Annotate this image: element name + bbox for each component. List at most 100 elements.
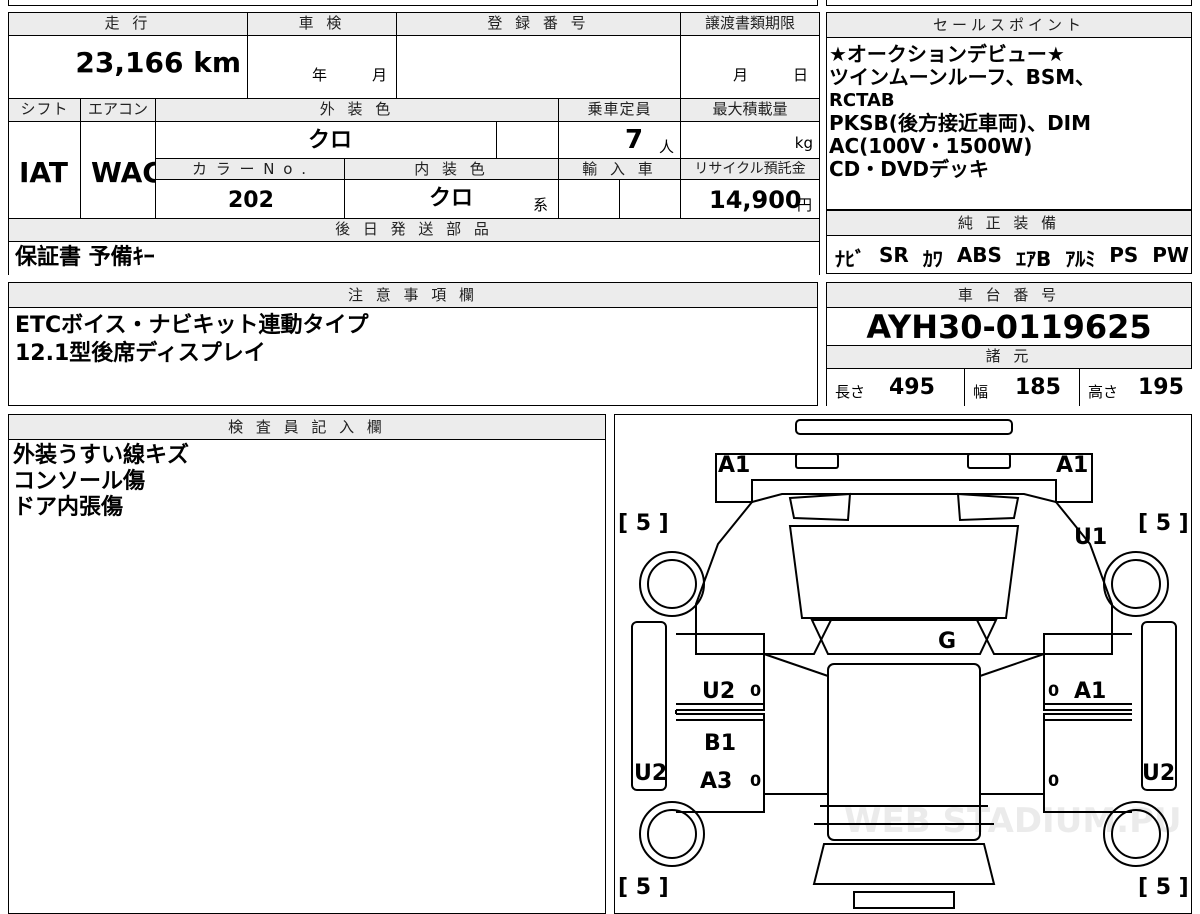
notes-line: ETCボイス・ナビキット連動タイプ	[15, 313, 369, 338]
ac-value: WAC	[91, 156, 156, 189]
capacity-header: 乗車定員	[558, 98, 681, 122]
exterior-color-cell: クロ	[155, 121, 497, 159]
sales-points-header: セールスポイント	[826, 12, 1192, 38]
inspection-cell: 年 月	[247, 35, 397, 99]
capacity-cell: 7 人	[558, 121, 681, 159]
equipment-item: ABS	[956, 243, 1002, 267]
sales-point-line: ★オークションデビュー★	[829, 42, 1065, 66]
equipment-item: SR	[879, 243, 909, 267]
mileage-cell: 23,166 km	[8, 35, 248, 99]
color-no-value: 202	[228, 188, 274, 213]
equipment-item: ｱﾙﾐ	[1065, 247, 1096, 271]
inspector-header: 検 査 員 記 入 欄	[8, 414, 606, 440]
deadline-day-unit: 日	[793, 66, 809, 84]
capacity-unit: 人	[659, 138, 675, 156]
mileage-header: 走 行	[8, 12, 248, 36]
inspector-line: コンソール傷	[13, 469, 146, 494]
damage-mark-rear-door-left-b1: B1	[704, 731, 736, 756]
max-load-unit: kg	[794, 134, 813, 152]
color-no-cell: 202	[155, 179, 345, 219]
equipment-item: PW	[1152, 243, 1189, 267]
sales-point-line: RCTAB	[829, 90, 895, 111]
max-load-header: 最大積載量	[680, 98, 820, 122]
height-value: 195	[1138, 375, 1184, 400]
chassis-number: AYH30-0119625	[866, 308, 1152, 346]
length-value: 495	[889, 375, 935, 400]
import-cell-a	[558, 179, 620, 219]
shift-header: シフト	[8, 98, 81, 122]
damage-mark-front-door-right: A1	[1074, 679, 1106, 704]
tire-value-rear-left: [ 5 ]	[618, 875, 669, 900]
sales-point-line: CD・DVDデッキ	[829, 157, 989, 181]
top-cut-row	[8, 0, 818, 6]
registration-cell	[396, 35, 681, 99]
genuine-equipment-header: 純 正 装 備	[826, 210, 1192, 236]
capacity-value: 7	[625, 125, 644, 155]
width-label: 幅	[973, 383, 989, 401]
inspection-month-unit: 月	[372, 66, 388, 84]
chassis-box: 車 台 番 号 AYH30-0119625 諸 元 長さ 495 幅 185 高…	[826, 282, 1192, 406]
sales-points-box: セールスポイント ★オークションデビュー★ ツインムーンルーフ、BSM、 RCT…	[826, 12, 1192, 210]
width-cell: 幅 185	[964, 368, 1080, 406]
tire-value-rear-right: [ 5 ]	[1138, 875, 1189, 900]
damage-mark-rail-right: U2	[1142, 761, 1175, 786]
recycle-fee-unit: 円	[797, 196, 813, 214]
notes-header: 注 意 事 項 欄	[8, 282, 818, 308]
genuine-equipment-box: 純 正 装 備 ﾅﾋﾞ SR ｶﾜ ABS ｴｱB ｱﾙﾐ PS PW	[826, 210, 1192, 274]
door-value-front-right: 0	[1048, 681, 1059, 700]
recycle-fee-header: リサイクル預託金	[680, 158, 820, 180]
interior-suffix: 系	[533, 196, 549, 214]
door-value-rear-right: 0	[1048, 771, 1059, 790]
transfer-deadline-header: 譲渡書類期限	[680, 12, 820, 36]
recycle-fee-value: 14,900	[709, 186, 802, 214]
interior-color-header: 内 装 色	[344, 158, 559, 180]
interior-color-cell: クロ 系	[344, 179, 559, 219]
equipment-item: ﾅﾋﾞ	[835, 247, 865, 271]
recycle-fee-cell: 14,900 円	[680, 179, 820, 219]
tire-value-front-right: [ 5 ]	[1138, 511, 1189, 536]
genuine-equipment-list: ﾅﾋﾞ SR ｶﾜ ABS ｴｱB ｱﾙﾐ PS PW	[835, 243, 1189, 272]
inspection-header: 車 検	[247, 12, 397, 36]
color-no-header: カ ラ ー N o .	[155, 158, 345, 180]
chassis-header: 車 台 番 号	[826, 282, 1192, 308]
vehicle-info-grid: 走 行 車 検 登 録 番 号 譲渡書類期限 23,166 km 年 月 月 日…	[8, 12, 820, 275]
transfer-deadline-cell: 月 日	[680, 35, 820, 99]
interior-color-value: クロ	[429, 186, 474, 211]
door-value-front-left: 0	[750, 681, 761, 700]
exterior-color-header: 外 装 色	[155, 98, 559, 122]
damage-mark-fender-right: U1	[1074, 525, 1107, 550]
later-parts-header: 後 日 発 送 部 品	[8, 218, 820, 242]
ac-cell: WAC	[80, 121, 156, 219]
import-header: 輸 入 車	[558, 158, 681, 180]
equipment-item: PS	[1109, 243, 1139, 267]
specs-header: 諸 元	[826, 345, 1192, 369]
inspector-box: 検 査 員 記 入 欄 外装うすい線キズ コンソール傷 ドア内張傷	[8, 414, 606, 914]
inspection-year-unit: 年	[312, 66, 328, 84]
sales-points-lines: ★オークションデビュー★ ツインムーンルーフ、BSM、 RCTAB PKSB(後…	[829, 43, 1095, 181]
later-parts-cell: 保証書 予備ｷｰ	[8, 241, 820, 275]
sales-point-line: AC(100V・1500W)	[829, 134, 1033, 158]
deadline-month-unit: 月	[733, 66, 749, 84]
damage-mark-front-right: A1	[1056, 453, 1088, 478]
inspector-line: 外装うすい線キズ	[13, 443, 190, 468]
inspector-line: ドア内張傷	[13, 495, 124, 520]
sales-point-line: ツインムーンルーフ、BSM、	[829, 65, 1096, 89]
tire-value-front-left: [ 5 ]	[618, 511, 669, 536]
width-value: 185	[1015, 375, 1061, 400]
import-cell-b	[619, 179, 681, 219]
damage-mark-front-door-left: U2	[702, 679, 735, 704]
damage-mark-front-left: A1	[718, 453, 750, 478]
damage-mark-rail-left: U2	[634, 761, 667, 786]
car-outline: A1 A1 U1 G U2 A1 B1 A3 U2 U2 [ 5 ] [ 5 ]…	[618, 419, 1189, 909]
door-value-rear-left: 0	[750, 771, 761, 790]
watermark: WEB STADIUM.PU	[844, 801, 1182, 841]
exterior-color-value: クロ	[308, 128, 353, 153]
max-load-cell: kg	[680, 121, 820, 159]
later-parts-value: 保証書 予備ｷｰ	[15, 245, 155, 270]
sales-point-line: PKSB(後方接近車両)、DIM	[829, 111, 1092, 135]
mileage-value: 23,166 km	[75, 46, 241, 79]
notes-box: 注 意 事 項 欄 ETCボイス・ナビキット連動タイプ 12.1型後席ディスプレ…	[8, 282, 818, 406]
length-cell: 長さ 495	[826, 368, 965, 406]
damage-mark-rear-door-left-a3: A3	[700, 769, 732, 794]
equipment-item: ｴｱB	[1015, 247, 1052, 271]
